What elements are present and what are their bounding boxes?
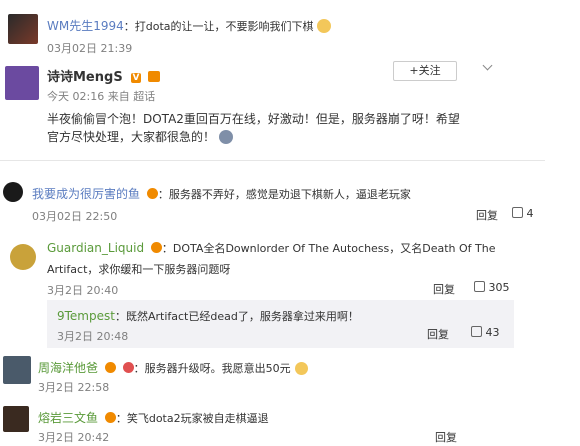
- verified-badge: V: [130, 73, 142, 83]
- username[interactable]: 我要成为很厉害的鱼: [32, 187, 140, 201]
- like-count: 305: [488, 281, 510, 294]
- username[interactable]: 9Tempest: [57, 309, 115, 323]
- username[interactable]: Guardian_Liquid: [47, 241, 144, 255]
- vip-icon: [104, 362, 116, 373]
- post-meta: 今天 02:16 来自 超话: [47, 90, 156, 103]
- reply-button[interactable]: 回复: [435, 429, 457, 445]
- timestamp: 3月2日 20:48: [57, 330, 129, 343]
- crying-emoji-icon: [218, 130, 233, 144]
- comment-line: Guardian_Liquid ：DOTA全名Downlorder Of The…: [47, 240, 496, 256]
- like-count: 4: [526, 207, 534, 220]
- divider: [0, 160, 545, 161]
- avatar[interactable]: [10, 244, 36, 270]
- post-header: 诗诗MengS V: [47, 66, 161, 85]
- main-post: 诗诗MengS V +关注 今天 02:16 来自 超话 半夜偷偷冒个泡！DOT…: [0, 60, 580, 160]
- laugh-emoji-icon: [294, 362, 308, 375]
- timestamp: 03月02日 21:39: [47, 42, 133, 55]
- like-button[interactable]: 4: [512, 207, 534, 220]
- reply-button[interactable]: 回复: [433, 281, 455, 297]
- reply-button[interactable]: 回复: [427, 326, 449, 342]
- like-count: 43: [485, 326, 500, 339]
- comment-text: ：服务器不弄好，感觉是劝退下棋新人，逼退老玩家: [157, 188, 411, 201]
- timestamp: 3月2日 20:42: [38, 431, 110, 444]
- comment-line: 周海洋他爸 ：服务器升级呀。我愿意出50元: [38, 359, 308, 376]
- username[interactable]: 熔岩三文鱼: [38, 411, 98, 425]
- avatar[interactable]: [3, 406, 29, 432]
- avatar[interactable]: [3, 182, 23, 202]
- chevron-down-icon[interactable]: [482, 60, 493, 71]
- post-text-line-2-wrap: 官方尽快处理，大家都很急的！: [47, 128, 233, 145]
- avatar[interactable]: [5, 66, 39, 100]
- vip-icon: [150, 242, 162, 253]
- level-icon: [122, 362, 134, 373]
- comment-text: ：打dota的让一让，不要影响我们下棋: [123, 20, 314, 33]
- post-text-line-1: 半夜偷偷冒个泡！DOTA2重回百万在线，好激动！但是，服务器崩了呀！希望: [47, 112, 460, 126]
- comment-line: WM先生1994：打dota的让一让，不要影响我们下棋: [47, 17, 332, 34]
- reply-line: 9Tempest：既然Artifact已经dead了，服务器拿过来用啊！: [57, 308, 359, 324]
- username[interactable]: 诗诗MengS: [47, 70, 123, 85]
- timestamp: 03月02日 22:50: [32, 210, 118, 223]
- avatar[interactable]: [8, 14, 38, 44]
- timestamp: 3月2日 20:40: [47, 284, 119, 297]
- reply-text: ：既然Artifact已经dead了，服务器拿过来用啊！: [114, 310, 359, 323]
- comment-text: ：服务器升级呀。我愿意出50元: [133, 362, 291, 375]
- comment-1: WM先生1994：打dota的让一让，不要影响我们下棋 03月02日 21:39: [0, 0, 580, 60]
- vip-icon: [104, 412, 116, 423]
- comment-4: 周海洋他爸 ：服务器升级呀。我愿意出50元 3月2日 22:58: [0, 350, 440, 398]
- timestamp: 3月2日 22:58: [38, 381, 110, 394]
- thumbs-up-icon: [512, 207, 523, 218]
- follow-button[interactable]: +关注: [393, 61, 457, 81]
- comment-3: Guardian_Liquid ：DOTA全名Downlorder Of The…: [0, 230, 530, 300]
- like-button[interactable]: 305: [474, 281, 510, 294]
- username[interactable]: 周海洋他爸: [38, 361, 98, 375]
- comment-text-line-1: ：DOTA全名Downlorder Of The Autochess，又名Dea…: [161, 242, 496, 255]
- comment-line: 熔岩三文鱼 ：笑飞dota2玩家被自走棋逼退: [38, 409, 269, 426]
- comment-5: 熔岩三文鱼 ：笑飞dota2玩家被自走棋逼退 3月2日 20:42 回复: [0, 400, 470, 446]
- comment-text-line-2: Artifact，求你缓和一下服务器问题呀: [47, 263, 231, 276]
- comment-line: 我要成为很厉害的鱼 ：服务器不弄好，感觉是劝退下棋新人，逼退老玩家: [32, 185, 411, 202]
- reply-button[interactable]: 回复: [476, 207, 498, 223]
- thumbs-up-icon: [471, 326, 482, 337]
- comment-text: ：笑飞dota2玩家被自走棋逼退: [115, 412, 269, 425]
- like-button[interactable]: 43: [471, 326, 500, 339]
- comment-2: 我要成为很厉害的鱼 ：服务器不弄好，感觉是劝退下棋新人，逼退老玩家 03月02日…: [0, 175, 545, 225]
- username[interactable]: WM先生1994: [47, 19, 124, 33]
- post-text-line-2: 官方尽快处理，大家都很急的！: [47, 130, 216, 144]
- level-icon: [148, 71, 161, 82]
- avatar[interactable]: [3, 356, 31, 384]
- reply-box: 9Tempest：既然Artifact已经dead了，服务器拿过来用啊！ 3月2…: [47, 300, 514, 348]
- thumbs-up-icon: [474, 281, 485, 292]
- cat-emoji-icon: [317, 19, 332, 33]
- vip-icon: [146, 188, 158, 199]
